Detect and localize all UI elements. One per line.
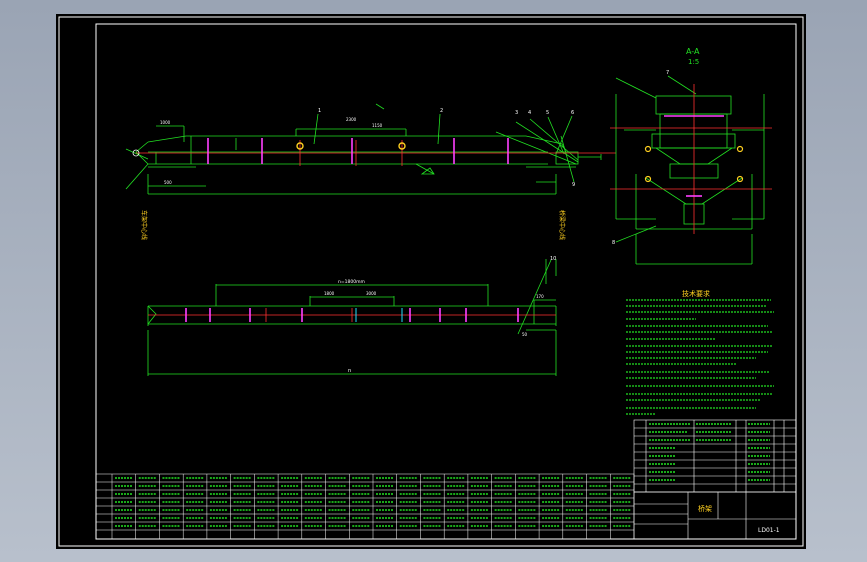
- dim-2300: 2300: [346, 117, 357, 122]
- section-a-a-scale: 1:5: [688, 58, 699, 66]
- leader-number-4: 4: [528, 110, 531, 116]
- cad-viewport[interactable]: A-A 1:5 技术要求 桥架 LD01-1 n n=1800mm 3000 1…: [0, 0, 867, 562]
- leader-number-7: 7: [666, 70, 669, 76]
- left-vertical-label: 车架中心线: [140, 210, 148, 240]
- leader-number-8: 8: [612, 240, 615, 246]
- dim-170: 170: [536, 294, 544, 299]
- girder-elevation-view: [125, 103, 602, 195]
- dim-1150: 1150: [372, 123, 383, 128]
- parameter-table: [95, 473, 635, 540]
- drawing-sheet: A-A 1:5 技术要求 桥架 LD01-1 n n=1800mm 3000 1…: [56, 14, 806, 549]
- leader-number-2: 2: [440, 108, 443, 114]
- parameter-table-columns: [135, 474, 611, 539]
- technical-notes-lines: [626, 299, 774, 415]
- dim-1800: 1800: [324, 291, 335, 296]
- dim-500: 500: [164, 180, 172, 185]
- title-block-name: 桥架: [698, 504, 712, 513]
- technical-notes-heading: 技术要求: [682, 289, 710, 298]
- inner-border: [95, 23, 797, 540]
- dim-50: 50: [522, 332, 528, 337]
- title-block-drawing-number: LD01-1: [758, 527, 780, 534]
- girder-elevation-stiffeners: [207, 138, 509, 164]
- dim-3000: 3000: [366, 291, 377, 296]
- section-a-a-title: A-A: [686, 47, 700, 56]
- leader-number-6: 6: [571, 110, 574, 116]
- leader-number-5: 5: [546, 110, 549, 116]
- right-vertical-label: 桥梁中心线: [558, 210, 566, 240]
- leader-number-10: 10: [550, 256, 556, 262]
- section-a-a-view: [615, 75, 765, 265]
- drawing-canvas[interactable]: A-A 1:5 技术要求 桥架 LD01-1 n n=1800mm 3000 1…: [56, 14, 806, 549]
- leader-number-3: 3: [515, 110, 518, 116]
- dim-1000: 1000: [160, 120, 171, 125]
- dim-mid-span: n=1800mm: [338, 279, 365, 285]
- leader-number-1: 1: [318, 108, 321, 114]
- section-a-a-centerlines: [610, 84, 772, 234]
- girder-elevation-holes: [296, 142, 406, 150]
- dim-bottom-total: n: [348, 368, 351, 374]
- leader-number-9: 9: [572, 182, 575, 188]
